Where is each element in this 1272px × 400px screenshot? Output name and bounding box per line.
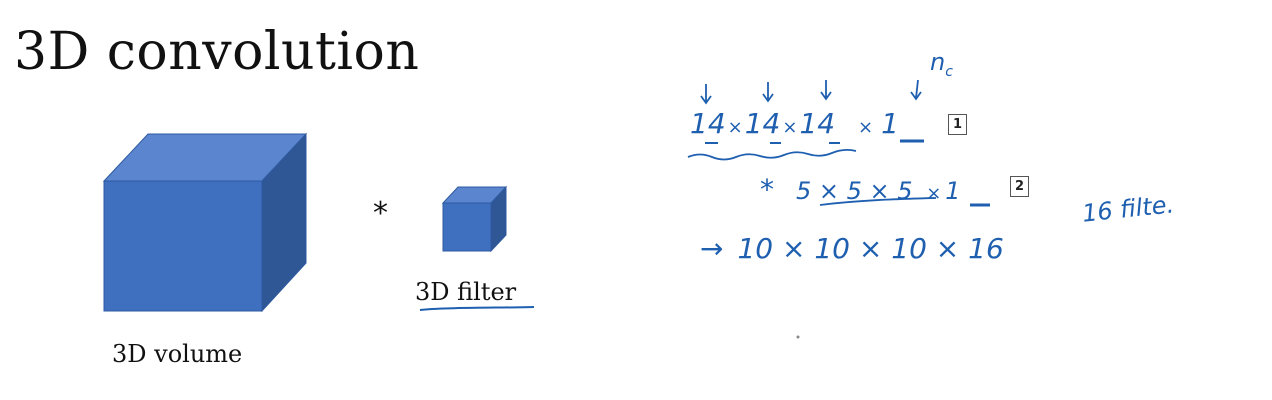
box-2: 2 xyxy=(1010,176,1029,197)
volume-label: 3D volume xyxy=(112,340,243,368)
channels-sep-1: × xyxy=(858,117,874,138)
convolution-operator: * xyxy=(373,196,388,231)
filter-dims: 5 × 5 × 5 xyxy=(796,177,913,205)
nc-label: nc xyxy=(930,48,953,80)
filter-underline xyxy=(419,306,535,311)
input-channels: 1 xyxy=(881,107,899,140)
filter-op: * xyxy=(760,173,774,206)
filter-label: 3D filter xyxy=(415,278,517,306)
input-dim-1: 14 xyxy=(690,107,726,140)
sep-1: × xyxy=(727,117,743,138)
filter-channels: 1 xyxy=(945,177,961,205)
volume-cube xyxy=(102,132,308,313)
digit-underlines xyxy=(705,139,924,144)
nc-sub: c xyxy=(945,63,953,80)
input-dim-3: 14 xyxy=(799,107,836,140)
down-arrows xyxy=(700,79,922,105)
wavy-underline xyxy=(687,148,857,161)
channels-sep-2: × xyxy=(926,183,942,204)
result-arrow: → xyxy=(700,232,724,265)
output-shape-line: → 10 × 10 × 10 × 16 xyxy=(700,232,1004,265)
nc-n: n xyxy=(930,48,946,76)
sep-2: × xyxy=(782,117,798,138)
box-1: 1 xyxy=(948,114,967,135)
input-dim-2: 14 xyxy=(744,107,781,140)
filter-shape-line: * 5 × 5 × 5 × 1 xyxy=(760,173,961,206)
filter-cube xyxy=(441,185,508,253)
input-shape-line: 14 ×14 ×14 × 1 xyxy=(690,107,899,140)
output-shape: 10 × 10 × 10 × 16 xyxy=(737,232,1004,265)
